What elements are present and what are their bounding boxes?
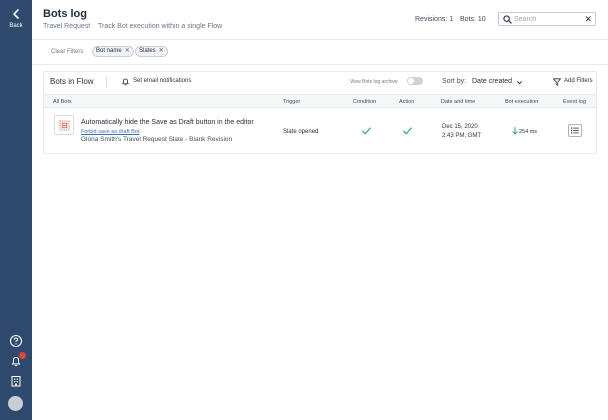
close-icon[interactable]: ✕	[125, 48, 130, 54]
table-header: All Bots Trigger Condition Action Date a…	[44, 94, 596, 108]
check-icon	[362, 127, 371, 135]
bot-link[interactable]: Forbid save as draft Bot	[81, 129, 139, 135]
chevron-down-icon[interactable]	[516, 79, 523, 86]
column-header-date: Date and time	[441, 99, 476, 105]
building-icon[interactable]	[9, 374, 23, 388]
trigger-value: Slate opened	[283, 129, 319, 135]
filter-chip-label: Slates	[139, 48, 156, 54]
archive-toggle[interactable]	[407, 77, 423, 85]
column-header-trigger: Trigger	[283, 99, 301, 105]
help-icon[interactable]	[9, 334, 23, 348]
avatar[interactable]	[8, 396, 23, 411]
bots-card: Bots in Flow Set email notifications Vie…	[43, 71, 597, 154]
close-icon[interactable]: ✕	[584, 14, 592, 25]
email-notifications-button[interactable]: Set email notifications	[133, 78, 191, 84]
filter-chip-slates[interactable]: Slates ✕	[135, 46, 168, 57]
close-icon[interactable]: ✕	[159, 48, 164, 54]
column-header-execution: Bot execution	[505, 99, 539, 105]
date-value: Dec 15, 2020	[442, 124, 478, 130]
bot-slate-name: Gloria Smith's Travel Request Slate - Bl…	[81, 136, 233, 143]
card-title: Bots in Flow	[50, 77, 94, 86]
column-header-action: Action	[399, 99, 415, 105]
search-input[interactable]	[514, 14, 582, 24]
column-header-condition: Condition	[353, 99, 377, 105]
page-title: Bots log	[43, 8, 87, 20]
chevron-left-icon	[13, 9, 19, 19]
page-header: Bots log Travel Request Track Bot execut…	[32, 0, 608, 40]
flow-name: Travel Request	[43, 23, 91, 30]
archive-toggle-label: View Bots log archive	[350, 79, 398, 85]
event-log-button[interactable]	[568, 124, 582, 137]
sort-select[interactable]: Date created	[472, 78, 512, 85]
filter-chip-bot-name[interactable]: Bot name ✕	[92, 46, 134, 57]
filter-chip-label: Bot name	[96, 48, 122, 54]
arrow-down-icon	[512, 127, 518, 135]
column-header-bots: All Bots	[53, 99, 72, 105]
sidebar: Back	[0, 0, 32, 420]
revisions-count: Revisions: 1	[415, 16, 454, 23]
execution-time: 254 ms	[519, 129, 538, 135]
check-icon	[403, 127, 412, 135]
search-icon	[503, 15, 512, 24]
filter-icon	[553, 78, 561, 86]
search-box: ✕	[498, 12, 596, 26]
back-button[interactable]: Back	[0, 8, 32, 29]
column-header-event-log: Event log	[563, 99, 586, 105]
page-description: Track Bot execution within a single Flow	[98, 23, 223, 30]
toggle-knob	[408, 78, 414, 84]
back-label: Back	[9, 23, 23, 29]
add-filters-label: Add Filters	[564, 78, 593, 84]
bots-count: Bots: 10	[460, 16, 486, 23]
bell-icon[interactable]	[121, 77, 130, 86]
time-value: 2:43 PM, GMT	[442, 133, 482, 139]
clear-filters-button[interactable]: Clear Filters	[51, 49, 83, 55]
sort-label: Sort by:	[442, 78, 467, 85]
bot-icon	[54, 115, 74, 135]
table-row[interactable]: Automatically hide the Save as Draft but…	[44, 108, 596, 154]
notification-badge	[19, 352, 26, 359]
bell-icon[interactable]	[9, 352, 26, 368]
filter-bar: Clear Filters Bot name ✕ Slates ✕	[32, 40, 608, 65]
list-icon	[571, 127, 579, 134]
divider	[106, 77, 107, 87]
bot-name: Automatically hide the Save as Draft but…	[81, 119, 254, 126]
